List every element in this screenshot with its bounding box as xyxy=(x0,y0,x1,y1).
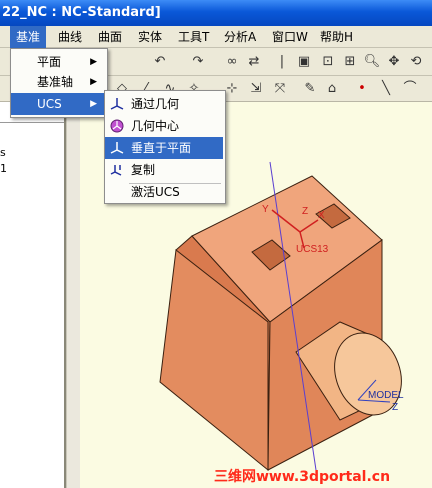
edit-icon[interactable]: ✎ xyxy=(300,79,320,99)
tree-item[interactable]: 1 xyxy=(0,162,7,175)
ucs-center-icon xyxy=(110,119,124,133)
undo-icon[interactable]: ↶ xyxy=(150,52,170,72)
window-title: 22_NC : NC-Standard] xyxy=(2,5,161,20)
zoom-fit-icon[interactable]: ⊞ xyxy=(340,52,360,72)
watermark: 三维网www.3dportal.cn xyxy=(214,469,391,485)
pan-icon[interactable]: ✥ xyxy=(384,52,404,72)
menu-item-normal-to-plane[interactable]: 垂直于平面 xyxy=(105,137,223,159)
ucs-geometry-icon xyxy=(110,98,124,110)
move-icon[interactable]: ⤧ xyxy=(270,79,290,99)
menu-solid[interactable]: 实体 xyxy=(132,26,168,48)
datum-menu: 平面 ▶ 基准轴 ▶ UCS ▶ xyxy=(10,48,108,118)
separator-icon: | xyxy=(279,54,285,69)
model-tree-panel: s 1 xyxy=(0,102,66,488)
menu-curve[interactable]: 曲线 xyxy=(52,26,88,48)
submenu-arrow-icon: ▶ xyxy=(90,99,97,109)
view-refresh-icon[interactable]: ▣ xyxy=(294,52,314,72)
axis-z-label: Z xyxy=(302,206,309,217)
menu-item-label: 平面 xyxy=(37,55,62,69)
model-z-label: Z xyxy=(392,402,399,413)
menu-surface[interactable]: 曲面 xyxy=(92,26,128,48)
axis-x-label: X xyxy=(318,210,325,221)
ucs-copy-icon xyxy=(110,165,122,176)
menu-item-plane[interactable]: 平面 ▶ xyxy=(11,51,105,73)
menu-item-ucs[interactable]: UCS ▶ xyxy=(11,93,105,115)
menu-item-geometry-center[interactable]: 几何中心 xyxy=(105,115,223,137)
glasses-icon[interactable]: ∞ xyxy=(222,52,242,72)
ucs-normal-icon xyxy=(110,142,124,154)
menu-item-axis[interactable]: 基准轴 ▶ xyxy=(11,71,105,93)
title-bar: 22_NC : NC-Standard] xyxy=(0,0,432,26)
tree-item[interactable]: s xyxy=(0,146,6,159)
regenerate-icon[interactable]: ⇄ xyxy=(244,52,264,72)
zoom-icon[interactable]: 🔍︎ xyxy=(362,52,382,72)
ucs-submenu: 通过几何 几何中心 垂直于平面 复制 激活UCS xyxy=(104,90,226,204)
menu-item-label: 基准轴 xyxy=(37,75,74,89)
rotate-icon[interactable]: ⟲ xyxy=(406,52,426,72)
menu-item-label: 几何中心 xyxy=(131,119,180,133)
menu-item-activate-ucs[interactable]: 激活UCS xyxy=(105,181,223,203)
menu-item-label: 激活UCS xyxy=(131,185,180,199)
menu-item-via-geometry[interactable]: 通过几何 xyxy=(105,93,223,115)
menu-item-label: 通过几何 xyxy=(131,97,180,111)
panel-divider xyxy=(0,122,64,123)
axis-y-label: Y xyxy=(262,204,269,215)
menu-tools[interactable]: 工具T xyxy=(172,26,215,48)
menu-bar: 基准 曲线 曲面 实体 工具T 分析A 窗口W 帮助H xyxy=(0,26,432,48)
dimension-icon[interactable]: ⇲ xyxy=(246,79,266,99)
zoom-window-icon[interactable]: ⊡ xyxy=(318,52,338,72)
menu-item-copy[interactable]: 复制 xyxy=(105,159,223,181)
submenu-arrow-icon: ▶ xyxy=(90,77,97,87)
point-icon[interactable]: • xyxy=(352,79,372,99)
submenu-arrow-icon: ▶ xyxy=(90,57,97,67)
menu-window[interactable]: 窗口W xyxy=(266,26,314,48)
model-label: MODEL xyxy=(368,390,404,401)
menu-datum[interactable]: 基准 xyxy=(10,26,47,48)
menu-item-label: 复制 xyxy=(131,163,156,177)
arc-icon[interactable]: ⌒ xyxy=(400,79,420,99)
menu-analysis[interactable]: 分析A xyxy=(218,26,262,48)
menu-help[interactable]: 帮助H xyxy=(314,26,359,48)
line-icon[interactable]: ╲ xyxy=(376,79,396,99)
menu-item-label: 垂直于平面 xyxy=(131,141,192,155)
scrollbar[interactable] xyxy=(66,102,80,488)
menu-item-label: UCS xyxy=(37,97,62,111)
ucs-label: UCS13 xyxy=(296,244,329,255)
redo-icon[interactable]: ↷ xyxy=(188,52,208,72)
fold-icon[interactable]: ⌂ xyxy=(322,79,342,99)
